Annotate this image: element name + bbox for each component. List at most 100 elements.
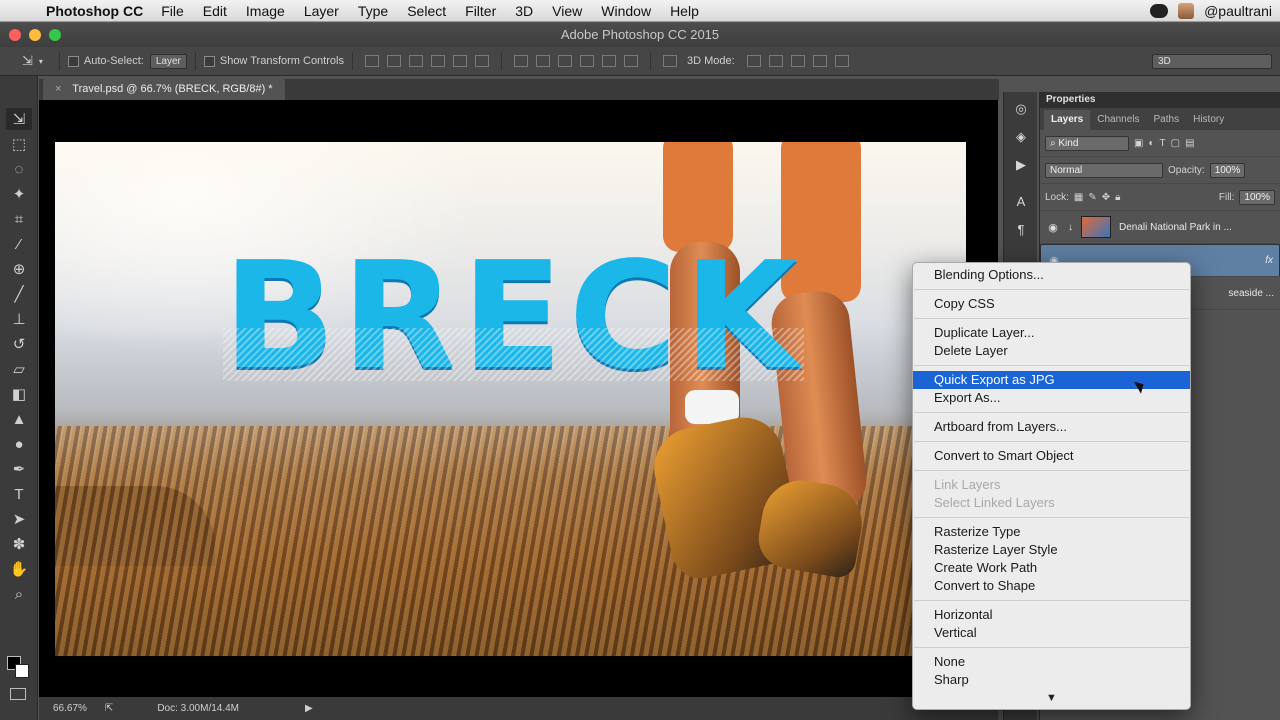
libraries-icon[interactable]: ◎ bbox=[1010, 98, 1032, 120]
menu-item-quick-export-jpg[interactable]: Quick Export as JPG bbox=[913, 371, 1190, 389]
filter-shape-icon[interactable]: ▢ bbox=[1171, 138, 1180, 149]
zoom-window-icon[interactable] bbox=[49, 29, 61, 41]
menu-item-export-as[interactable]: Export As... bbox=[913, 389, 1190, 407]
properties-header[interactable]: Properties bbox=[1040, 92, 1280, 108]
menu-help[interactable]: Help bbox=[670, 3, 699, 19]
stamp-tool-icon[interactable]: ⊥ bbox=[6, 308, 32, 330]
paint-bucket-tool-icon[interactable]: ◧ bbox=[6, 383, 32, 405]
menu-item-rasterize-layer-style[interactable]: Rasterize Layer Style bbox=[913, 541, 1190, 559]
background-color-swatch[interactable] bbox=[15, 664, 29, 678]
align-hcenter-icon[interactable] bbox=[452, 55, 467, 67]
distribute-left-icon[interactable] bbox=[579, 55, 594, 67]
menu-filter[interactable]: Filter bbox=[465, 3, 496, 19]
3d-drag-icon[interactable] bbox=[790, 55, 805, 67]
filter-kind-dropdown[interactable]: ⌕ Kind bbox=[1045, 135, 1129, 151]
quick-select-tool-icon[interactable]: ✦ bbox=[6, 183, 32, 205]
zoom-level[interactable]: 66.67% bbox=[53, 703, 87, 714]
avatar[interactable] bbox=[1178, 3, 1195, 19]
menu-item-convert-smart-object[interactable]: Convert to Smart Object bbox=[913, 447, 1190, 465]
menu-select[interactable]: Select bbox=[407, 3, 446, 19]
menu-scroll-down-icon[interactable]: ▼ bbox=[913, 687, 1190, 709]
menu-item-none[interactable]: None bbox=[913, 653, 1190, 671]
blur-tool-icon[interactable]: ▲ bbox=[6, 408, 32, 430]
eyedropper-tool-icon[interactable]: ⁄ bbox=[6, 233, 32, 255]
menu-item-blending-options[interactable]: Blending Options... bbox=[913, 266, 1190, 284]
hand-tool-icon[interactable]: ✋ bbox=[6, 558, 32, 580]
lock-all-icon[interactable]: 🔒︎ bbox=[1115, 192, 1120, 203]
share-icon[interactable]: ⇱ bbox=[105, 703, 113, 714]
history-brush-tool-icon[interactable]: ↺ bbox=[6, 333, 32, 355]
quick-mask-icon[interactable] bbox=[10, 688, 26, 700]
lock-position-icon[interactable]: ✥ bbox=[1102, 192, 1110, 203]
menu-view[interactable]: View bbox=[552, 3, 582, 19]
type-tool-icon[interactable]: T bbox=[6, 483, 32, 505]
menu-item-horizontal[interactable]: Horizontal bbox=[913, 606, 1190, 624]
marquee-tool-icon[interactable]: ⬚ bbox=[6, 133, 32, 155]
minimize-window-icon[interactable] bbox=[29, 29, 41, 41]
actions-icon[interactable]: ▶ bbox=[1010, 154, 1032, 176]
status-menu-arrow-icon[interactable]: ▶ bbox=[305, 703, 313, 714]
layer-row[interactable]: ◉ ↓ Denali National Park in ... bbox=[1040, 211, 1280, 244]
3d-scale-icon[interactable] bbox=[834, 55, 849, 67]
menu-item-create-work-path[interactable]: Create Work Path bbox=[913, 559, 1190, 577]
tool-preset-chevron-icon[interactable]: ▾ bbox=[39, 57, 43, 66]
move-tool-icon[interactable]: ⇲ bbox=[6, 108, 32, 130]
distribute-vcenter-icon[interactable] bbox=[535, 55, 550, 67]
zoom-tool-icon[interactable]: ⌕ bbox=[6, 583, 32, 605]
align-bottom-icon[interactable] bbox=[408, 55, 423, 67]
3d-slide-icon[interactable] bbox=[812, 55, 827, 67]
tab-paths[interactable]: Paths bbox=[1147, 110, 1187, 130]
fill-input[interactable]: 100% bbox=[1239, 189, 1275, 205]
pen-tool-icon[interactable]: ✒ bbox=[6, 458, 32, 480]
path-select-tool-icon[interactable]: ➤ bbox=[6, 508, 32, 530]
shape-tool-icon[interactable]: ✽ bbox=[6, 533, 32, 555]
3d-panel-icon[interactable]: ◈ bbox=[1010, 126, 1032, 148]
menu-item-convert-to-shape[interactable]: Convert to Shape bbox=[913, 577, 1190, 595]
visibility-eye-icon[interactable]: ◉ bbox=[1046, 221, 1060, 234]
crop-tool-icon[interactable]: ⌗ bbox=[6, 208, 32, 230]
menu-item-artboard-from-layers[interactable]: Artboard from Layers... bbox=[913, 418, 1190, 436]
creative-cloud-icon[interactable] bbox=[1150, 4, 1169, 18]
workspace-dropdown[interactable]: 3D bbox=[1152, 53, 1272, 69]
fx-badge[interactable]: fx bbox=[1265, 255, 1273, 266]
menu-3d[interactable]: 3D bbox=[515, 3, 533, 19]
menu-layer[interactable]: Layer bbox=[304, 3, 339, 19]
blend-mode-dropdown[interactable]: Normal bbox=[1045, 162, 1163, 178]
align-top-icon[interactable] bbox=[364, 55, 379, 67]
lock-image-icon[interactable]: ✎ bbox=[1088, 192, 1096, 203]
close-window-icon[interactable] bbox=[9, 29, 21, 41]
app-menu[interactable]: Photoshop CC bbox=[46, 3, 143, 19]
filter-adjust-icon[interactable]: ◐ bbox=[1148, 138, 1154, 149]
auto-select-dropdown[interactable]: Layer bbox=[149, 53, 187, 69]
distribute-top-icon[interactable] bbox=[513, 55, 528, 67]
menu-item-vertical[interactable]: Vertical bbox=[913, 624, 1190, 642]
paragraph-icon[interactable]: ¶ bbox=[1010, 218, 1032, 240]
menu-item-duplicate-layer[interactable]: Duplicate Layer... bbox=[913, 324, 1190, 342]
align-right-icon[interactable] bbox=[474, 55, 489, 67]
tab-layers[interactable]: Layers bbox=[1044, 110, 1091, 130]
align-vcenter-icon[interactable] bbox=[386, 55, 401, 67]
menu-window[interactable]: Window bbox=[601, 3, 651, 19]
menu-edit[interactable]: Edit bbox=[203, 3, 227, 19]
lasso-tool-icon[interactable]: ◌ bbox=[6, 158, 32, 180]
canvas-area[interactable]: BRECK bbox=[39, 100, 998, 697]
lock-transparent-icon[interactable]: ▦ bbox=[1074, 192, 1083, 203]
menu-file[interactable]: File bbox=[161, 3, 184, 19]
distribute-right-icon[interactable] bbox=[623, 55, 638, 67]
filter-pixel-icon[interactable]: ▣ bbox=[1134, 138, 1143, 149]
menu-image[interactable]: Image bbox=[246, 3, 285, 19]
brush-tool-icon[interactable]: ╱ bbox=[6, 283, 32, 305]
auto-align-icon[interactable] bbox=[662, 55, 677, 67]
eraser-tool-icon[interactable]: ▱ bbox=[6, 358, 32, 380]
document-tab[interactable]: × Travel.psd @ 66.7% (BRECK, RGB/8#) * bbox=[43, 79, 285, 100]
distribute-hcenter-icon[interactable] bbox=[601, 55, 616, 67]
align-left-icon[interactable] bbox=[430, 55, 445, 67]
3d-rotate-icon[interactable] bbox=[746, 55, 761, 67]
auto-select-checkbox[interactable] bbox=[67, 55, 79, 67]
distribute-bottom-icon[interactable] bbox=[557, 55, 572, 67]
menu-item-copy-css[interactable]: Copy CSS bbox=[913, 295, 1190, 313]
character-icon[interactable]: A bbox=[1010, 190, 1032, 212]
menu-item-rasterize-type[interactable]: Rasterize Type bbox=[913, 523, 1190, 541]
move-tool-icon[interactable]: ⇲ bbox=[22, 53, 33, 69]
tab-history[interactable]: History bbox=[1186, 110, 1231, 130]
